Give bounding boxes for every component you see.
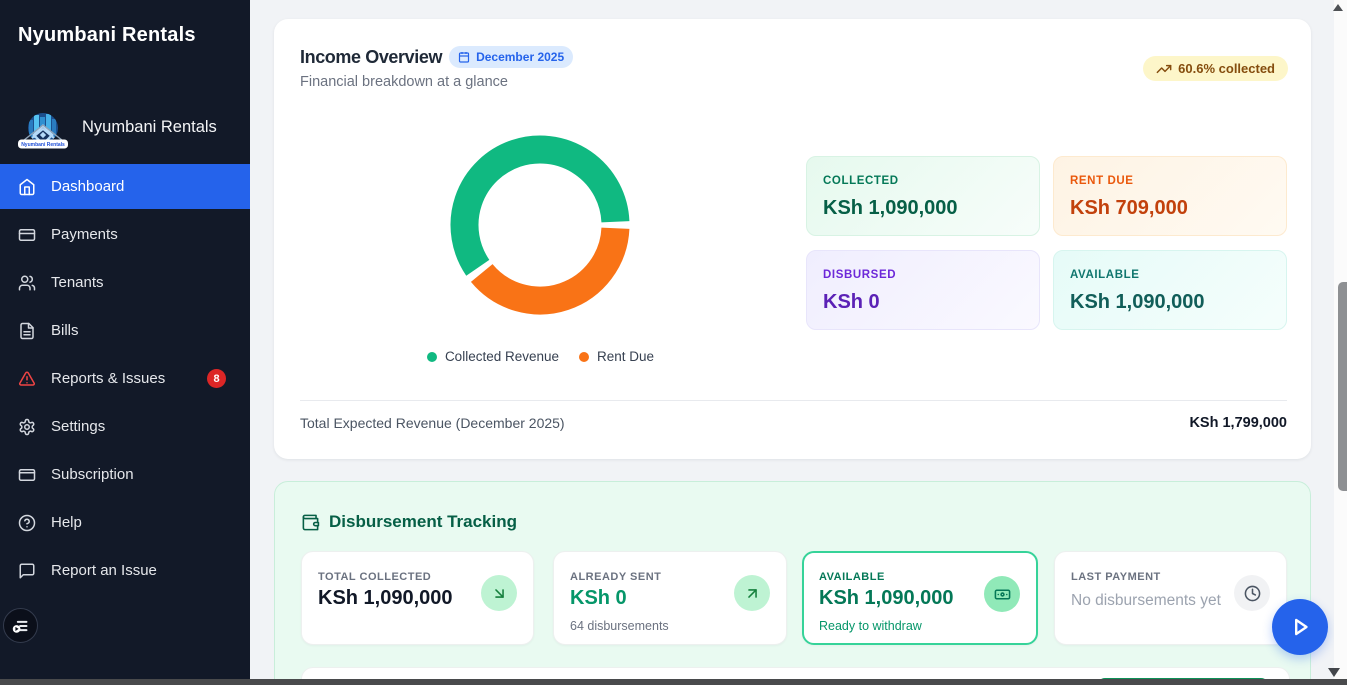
svg-text:Nyumbani Rentals: Nyumbani Rentals xyxy=(21,142,65,148)
